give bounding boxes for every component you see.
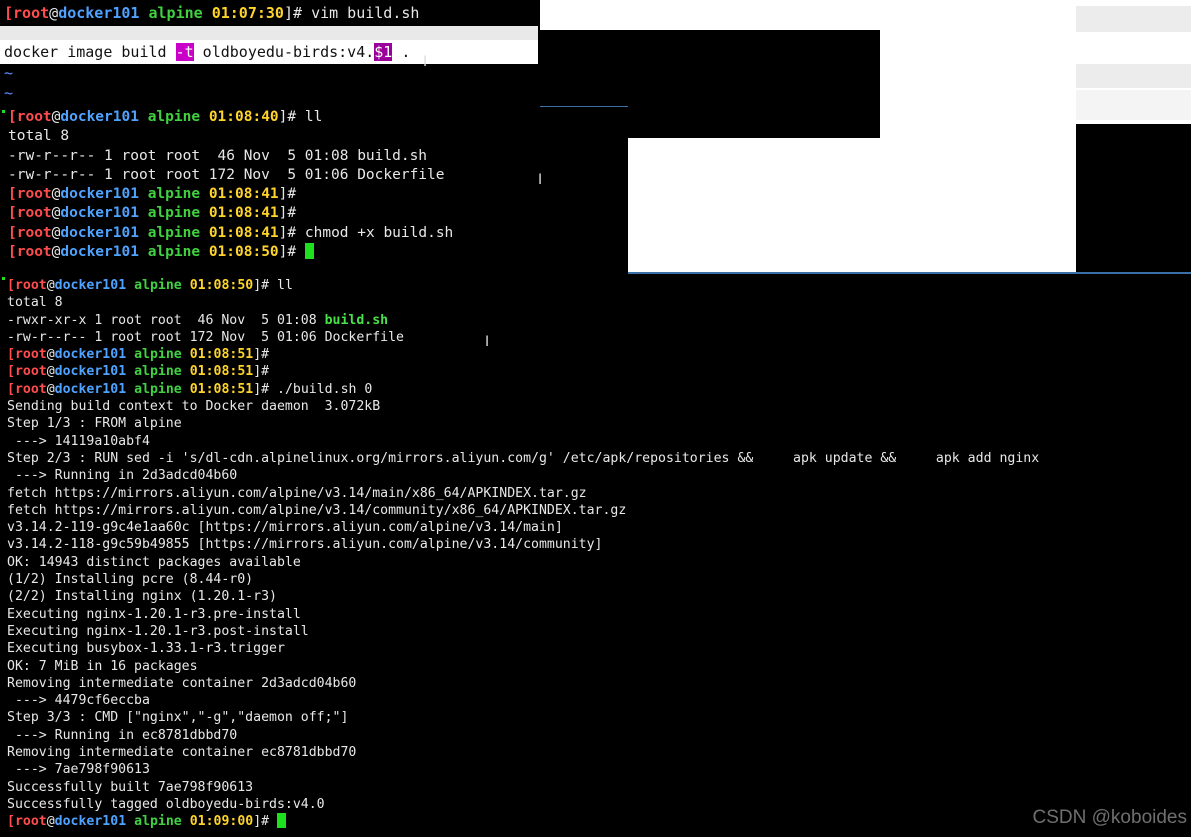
output-line: Step 3/3 : CMD ["nginx","-g","daemon off… xyxy=(7,710,349,726)
vim-empty-line: ~ xyxy=(4,84,14,102)
output-line: ---> 4479cf6eccba xyxy=(7,693,150,709)
output-line: Step 2/3 : RUN sed -i 's/dl-cdn.alpineli… xyxy=(7,450,1040,466)
background-panel xyxy=(1076,64,1191,88)
background-panel xyxy=(1076,6,1191,32)
pane-divider xyxy=(628,272,1191,274)
output-line: (1/2) Installing pcre (8.44-r0) xyxy=(7,572,254,588)
output-line: Step 1/3 : FROM alpine xyxy=(7,416,182,432)
output-line: fetch https://mirrors.aliyun.com/alpine/… xyxy=(7,502,627,518)
output-line: ---> 7ae798f90613 xyxy=(7,762,150,778)
output-line: Executing busybox-1.33.1-r3.trigger xyxy=(7,641,285,657)
terminal-pane-chmod[interactable]: [root@docker101 alpine 01:08:40]# ll tot… xyxy=(0,106,628,272)
executable-file: build.sh xyxy=(324,312,389,328)
prompt-line: [root@docker101 alpine 01:09:00]# xyxy=(7,813,1039,830)
output-line: Successfully tagged oldboyedu-birds:v4.0 xyxy=(7,796,325,812)
output-line: Executing nginx-1.20.1-r3.post-install xyxy=(7,623,309,639)
output-line: -rwxr-xr-x 1 root root 46 Nov 5 01:08 bu… xyxy=(7,312,389,328)
vim-prompt-line: [root@docker101 alpine 01:07:30]# vim bu… xyxy=(4,4,540,24)
terminal-pane-vim[interactable]: [root@docker101 alpine 01:07:30]# vim bu… xyxy=(0,0,540,106)
vim-editor-area[interactable]: docker image build -t oldboyedu-birds:v4… xyxy=(0,26,540,106)
prompt: [root@docker101 alpine 01:07:30]# vim bu… xyxy=(4,4,420,22)
output-line: ---> Running in 2d3adcd04b60 xyxy=(7,468,238,484)
pane-divider xyxy=(540,106,628,107)
output-line: (2/2) Installing nginx (1.20.1-r3) xyxy=(7,589,277,605)
output-line: total 8 xyxy=(8,128,70,145)
terminal-cursor xyxy=(277,813,287,829)
output-line: fetch https://mirrors.aliyun.com/alpine/… xyxy=(7,485,587,501)
output-line: ---> 14119a10abf4 xyxy=(7,433,150,449)
output-line: Removing intermediate container ec8781db… xyxy=(7,745,357,761)
vim-top-bar xyxy=(0,26,538,40)
background-terminal-block xyxy=(1076,124,1191,272)
text-cursor-icon: I xyxy=(538,172,543,188)
pane-marker xyxy=(2,110,5,113)
prompt-line: [root@docker101 alpine 01:08:51]# xyxy=(7,347,270,363)
build-script-content[interactable]: docker image build -t oldboyedu-birds:v4… xyxy=(0,40,538,64)
output-line: OK: 7 MiB in 16 packages xyxy=(7,658,198,674)
output-line: ---> Running in ec8781dbbd70 xyxy=(7,727,238,743)
output-line: v3.14.2-119-g9c4e1aa60c [https://mirrors… xyxy=(7,520,563,536)
output-line: Successfully built 7ae798f90613 xyxy=(7,779,254,795)
output-line: Sending build context to Docker daemon 3… xyxy=(7,399,381,415)
background-panel xyxy=(1076,90,1191,120)
output-line: v3.14.2-118-g9c59b49855 [https://mirrors… xyxy=(7,537,603,553)
output-line: Executing nginx-1.20.1-r3.pre-install xyxy=(7,606,301,622)
prompt-line: [root@docker101 alpine 01:08:41]# xyxy=(8,205,297,222)
pane-marker xyxy=(2,277,5,280)
vim-current-line: docker image build -t oldboyedu-birds:v4… xyxy=(0,40,538,64)
terminal-pane-build[interactable]: [root@docker101 alpine 01:08:50]# ll tot… xyxy=(0,272,1191,837)
vim-empty-line: ~ xyxy=(4,64,14,82)
output-line: OK: 14943 distinct packages available xyxy=(7,554,301,570)
prompt-line: [root@docker101 alpine 01:08:51]# ./buil… xyxy=(7,381,373,397)
output-line: -rw-r--r-- 1 root root 46 Nov 5 01:08 bu… xyxy=(8,147,428,164)
terminal-cursor xyxy=(304,243,314,260)
terminal-output: [root@docker101 alpine 01:08:40]# ll tot… xyxy=(8,108,453,262)
prompt-line: [root@docker101 alpine 01:08:51]# xyxy=(7,364,270,380)
prompt-line: [root@docker101 alpine 01:08:50]# ll xyxy=(7,278,293,293)
output-line: -rw-r--r-- 1 root root 172 Nov 5 01:06 D… xyxy=(7,329,404,345)
output-line: -rw-r--r-- 1 root root 172 Nov 5 01:06 D… xyxy=(8,166,445,183)
watermark: CSDN @koboides xyxy=(1032,807,1187,828)
prompt-line: [root@docker101 alpine 01:08:50]# xyxy=(8,243,453,262)
output-line: Removing intermediate container 2d3adcd0… xyxy=(7,675,357,691)
prompt-line: [root@docker101 alpine 01:08:41]# xyxy=(8,186,297,203)
text-cursor-icon: I xyxy=(485,334,490,350)
prompt-line: [root@docker101 alpine 01:08:40]# ll xyxy=(8,109,323,125)
terminal-output: [root@docker101 alpine 01:08:50]# ll tot… xyxy=(7,277,1039,831)
text-cursor-icon: I xyxy=(423,54,428,70)
prompt-line: [root@docker101 alpine 01:08:41]# chmod … xyxy=(8,224,454,241)
output-line: total 8 xyxy=(7,295,63,311)
